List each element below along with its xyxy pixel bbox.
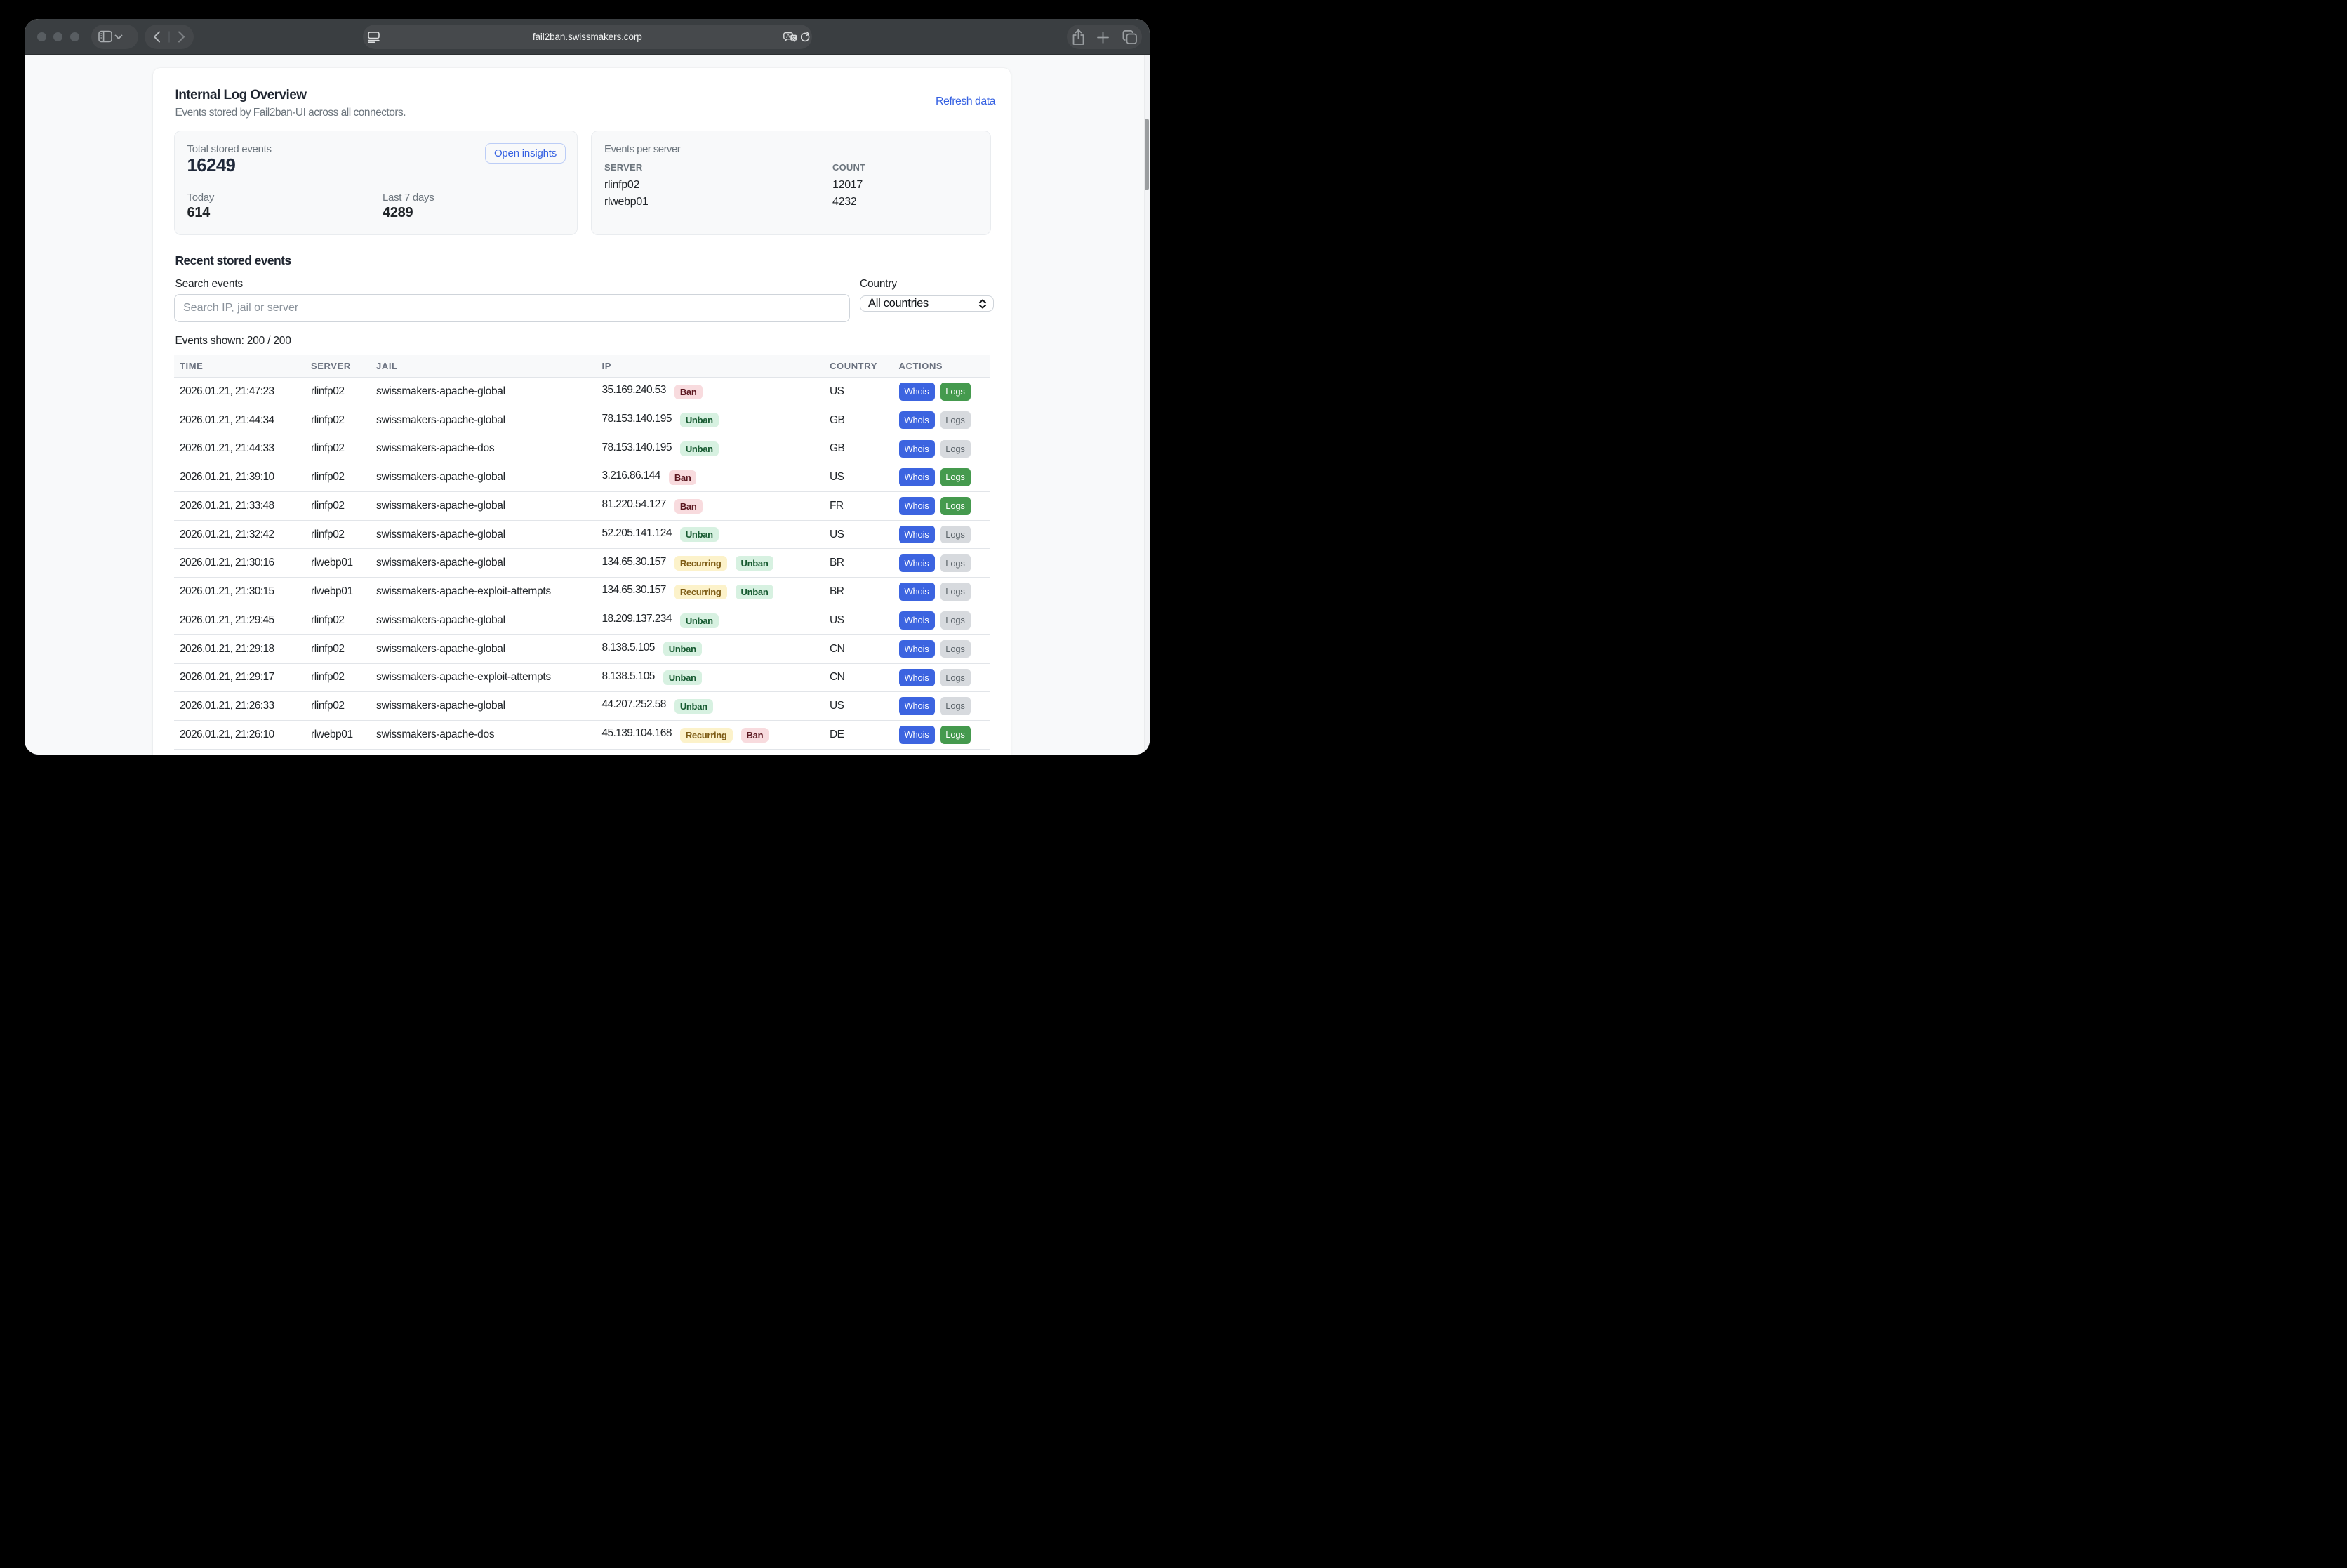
svg-text:A: A [786, 33, 790, 39]
svg-text:文: 文 [792, 35, 796, 41]
